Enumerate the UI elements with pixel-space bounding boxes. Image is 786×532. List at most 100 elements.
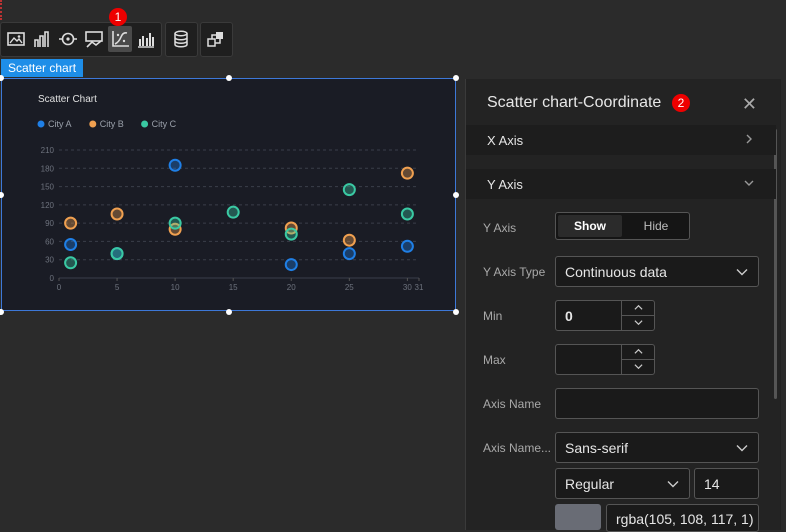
chevron-down-icon (736, 445, 748, 452)
decrement-button[interactable] (622, 316, 654, 331)
chevron-down-icon (633, 364, 643, 370)
y-tick-label: 210 (41, 146, 55, 155)
data-tools-group (165, 22, 198, 57)
image-icon[interactable] (4, 26, 28, 52)
panel-badge: 2 (672, 94, 690, 112)
resize-handle-t[interactable] (226, 75, 232, 81)
y-tick-label: 30 (45, 256, 54, 265)
data-point (64, 256, 78, 270)
data-point (342, 233, 356, 247)
y-axis-type-label: Y Axis Type (483, 265, 546, 279)
section-y-axis-label: Y Axis (487, 177, 523, 192)
data-point (342, 247, 356, 261)
legend-label: City A (48, 119, 72, 129)
chevron-down-icon (744, 180, 754, 186)
data-point (284, 227, 298, 241)
x-tick-label: 0 (57, 283, 62, 292)
resize-handle-b[interactable] (226, 309, 232, 315)
resize-handle-tr[interactable] (453, 75, 459, 81)
resize-handle-br[interactable] (453, 309, 459, 315)
grouped-bar-icon[interactable] (134, 26, 158, 52)
data-point (110, 207, 124, 221)
data-point (168, 158, 182, 172)
color-input[interactable]: rgba(105, 108, 117, 1) (606, 504, 759, 532)
x-tick-label: 15 (229, 283, 238, 292)
color-swatch[interactable] (555, 504, 601, 530)
y-axis-type-select[interactable]: Continuous data (555, 256, 759, 287)
link-tools-group (200, 22, 233, 57)
resize-handle-bl[interactable] (0, 309, 4, 315)
font-size-input[interactable]: 14 (694, 468, 759, 499)
chevron-up-icon (633, 305, 643, 310)
min-stepper-buttons (621, 301, 654, 330)
scatter-chart-widget[interactable]: Scatter Chart City A City B City C 0 30 60 90… (1, 78, 456, 311)
data-point (400, 166, 414, 180)
chart-tools-group (0, 22, 162, 57)
y-tick-label: 60 (45, 237, 54, 246)
font-weight-select[interactable]: Regular (555, 468, 690, 499)
min-label: Min (483, 309, 503, 323)
font-family-value: Sans-serif (565, 440, 629, 456)
scatter-chart-icon[interactable] (108, 26, 132, 52)
axis-name-input[interactable] (555, 388, 759, 419)
font-family-select[interactable]: Sans-serif (555, 432, 759, 463)
chevron-down-icon (633, 320, 643, 326)
color-value: rgba(105, 108, 117, 1) (616, 511, 754, 527)
target-icon[interactable] (56, 26, 80, 52)
chart-legend: City A City B City C (37, 119, 177, 129)
scatter-chart: Scatter Chart City A City B City C 0 30 60 90… (37, 94, 424, 292)
chart-points (64, 158, 414, 272)
guide-dashes (0, 0, 4, 20)
chart-title: Scatter Chart (38, 94, 97, 105)
data-point (284, 258, 298, 272)
x-tick-label: 25 (345, 283, 354, 292)
y-axis-type-value: Continuous data (565, 264, 667, 280)
data-point (342, 183, 356, 197)
section-x-axis-label: X Axis (487, 133, 524, 148)
y-axis-label: Y Axis (483, 221, 517, 235)
show-option[interactable]: Show (558, 215, 622, 237)
hide-option[interactable]: Hide (624, 215, 688, 237)
max-stepper[interactable] (555, 344, 655, 375)
chevron-up-icon (633, 349, 643, 354)
data-point (64, 216, 78, 230)
section-x-axis[interactable]: X Axis (466, 125, 776, 155)
max-label: Max (483, 353, 506, 367)
decrement-button[interactable] (622, 360, 654, 375)
increment-button[interactable] (622, 301, 654, 316)
coordinate-panel: Scatter chart-Coordinate 2 ✕ X Axis Y Ax… (465, 79, 781, 532)
min-value: 0 (565, 308, 573, 324)
data-point (226, 205, 240, 219)
data-point (168, 216, 182, 230)
y-tick-label: 0 (50, 274, 55, 283)
increment-button[interactable] (622, 345, 654, 360)
y-tick-label: 180 (41, 164, 55, 173)
database-icon[interactable] (169, 26, 193, 52)
data-point (400, 239, 414, 253)
legend-label: City C (152, 119, 177, 129)
data-point (400, 207, 414, 221)
link-shape-icon[interactable] (204, 26, 228, 52)
section-y-axis[interactable]: Y Axis (466, 169, 776, 199)
close-icon[interactable]: ✕ (742, 94, 757, 115)
bar-chart-icon[interactable] (30, 26, 54, 52)
x-tick-label: 10 (171, 283, 180, 292)
y-axis-toggle: Show Hide (555, 212, 690, 240)
chevron-down-icon (667, 481, 679, 488)
x-tick-label: 30 (403, 283, 412, 292)
toolbar-badge: 1 (109, 8, 127, 26)
resize-handle-r[interactable] (453, 192, 459, 198)
legend-label: City B (100, 119, 124, 129)
legend-marker (37, 120, 45, 128)
x-tick-label: 20 (287, 283, 296, 292)
picture-chart-icon[interactable] (82, 26, 106, 52)
x-tick-label: 5 (115, 283, 120, 292)
chevron-down-icon (736, 269, 748, 276)
data-point (110, 247, 124, 261)
min-stepper[interactable]: 0 (555, 300, 655, 331)
legend-marker (89, 120, 97, 128)
axis-name-font-label: Axis Name... (483, 441, 552, 455)
font-weight-value: Regular (565, 476, 615, 492)
widget-label: Scatter chart (1, 59, 84, 77)
component-toolbar: 1 (0, 8, 234, 57)
